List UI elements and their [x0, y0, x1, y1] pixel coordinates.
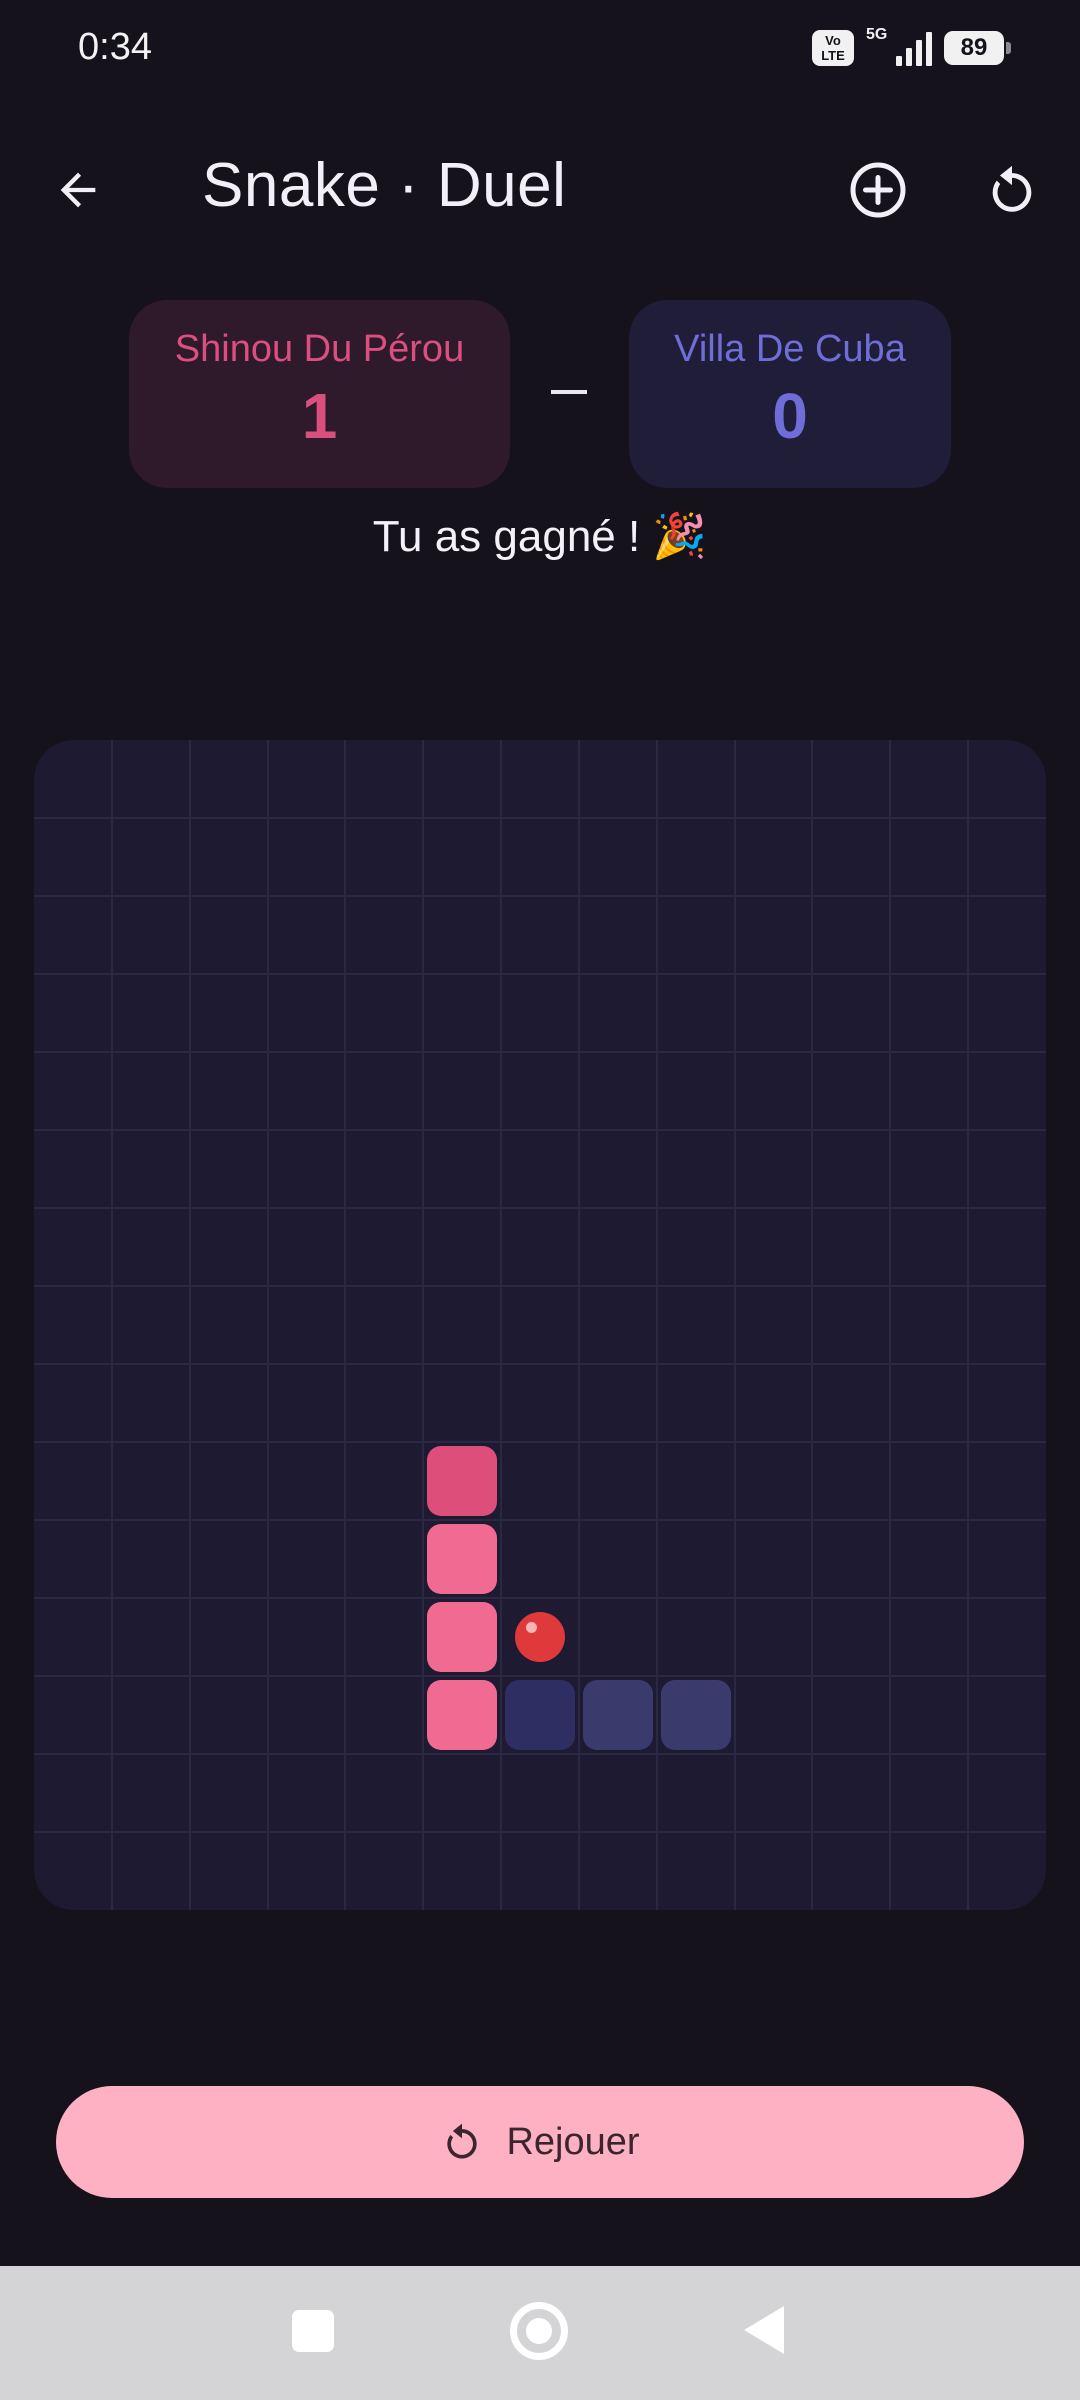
grid-line	[34, 1129, 1046, 1131]
grid-line	[34, 817, 1046, 819]
restart-button[interactable]	[964, 142, 1060, 238]
back-button[interactable]	[30, 142, 126, 238]
player2-score-card: Villa De Cuba 0	[629, 300, 951, 488]
grid-line	[34, 1285, 1046, 1287]
player2-score: 0	[772, 380, 808, 452]
grid-line	[344, 740, 347, 1910]
player2-snake-segment	[582, 1680, 653, 1750]
grid-line	[967, 740, 970, 1910]
player1-score: 1	[301, 380, 338, 452]
game-board[interactable]	[34, 740, 1046, 1910]
player2-name: Villa De Cuba	[674, 328, 906, 370]
refresh-icon	[992, 165, 1032, 212]
home-button[interactable]	[510, 2302, 568, 2360]
arrow-left-icon	[60, 172, 96, 208]
grid-line	[110, 740, 113, 1910]
grid-line	[34, 1441, 1046, 1443]
player1-snake-segment	[427, 1602, 498, 1672]
refresh-icon	[447, 2123, 478, 2159]
grid-line	[733, 740, 736, 1910]
result-message: Tu as gagné ! 🎉	[372, 512, 708, 561]
grid-line	[34, 1207, 1046, 1209]
volte-icon: Vo LTE	[812, 30, 854, 66]
replay-label: Rejouer	[506, 2120, 640, 2163]
player1-snake-head	[427, 1446, 498, 1516]
grid-line	[34, 1519, 1046, 1521]
player1-snake-segment	[427, 1680, 498, 1750]
scoreboard: Shinou Du Pérou 1 Villa De Cuba 0	[0, 300, 1080, 490]
grid-line	[266, 740, 269, 1910]
status-time: 0:34	[78, 26, 152, 68]
system-nav-bar	[0, 2266, 1080, 2400]
grid-line	[34, 1363, 1046, 1365]
app-bar: Snake · Duel	[0, 130, 1080, 250]
battery-icon: 89	[944, 31, 1011, 65]
new-game-button[interactable]	[830, 142, 926, 238]
status-bar: 0:34 Vo LTE 5G 89	[0, 0, 1080, 100]
page-title: Snake · Duel	[202, 151, 567, 220]
player1-name: Shinou Du Pérou	[174, 328, 465, 370]
grid-line	[889, 740, 892, 1910]
signal-icon: 5G	[866, 26, 932, 68]
player1-score-card: Shinou Du Pérou 1	[129, 300, 510, 488]
grid-line	[655, 740, 658, 1910]
score-separator	[551, 390, 587, 394]
player2-snake-segment	[660, 1680, 731, 1750]
grid-line	[577, 740, 580, 1910]
replay-button[interactable]: Rejouer	[56, 2086, 1024, 2198]
grid-line	[34, 895, 1046, 897]
food-apple	[515, 1612, 565, 1662]
network-label: 5G	[866, 26, 888, 43]
grid-line	[34, 1831, 1046, 1833]
player1-snake-segment	[427, 1524, 498, 1594]
grid-line	[34, 1753, 1046, 1755]
grid-line	[422, 740, 425, 1910]
grid-line	[34, 1597, 1046, 1599]
player2-snake-head	[505, 1680, 575, 1750]
grid-line	[188, 740, 191, 1910]
grid-line	[34, 1051, 1046, 1053]
grid-line	[500, 740, 503, 1910]
add-circle-icon	[850, 162, 906, 218]
grid-line	[34, 1675, 1046, 1677]
grid-line	[811, 740, 814, 1910]
grid-line	[34, 973, 1046, 975]
status-icons: Vo LTE 5G 89	[812, 26, 1011, 68]
recents-button[interactable]	[292, 2310, 334, 2352]
back-nav-button[interactable]	[744, 2306, 784, 2354]
